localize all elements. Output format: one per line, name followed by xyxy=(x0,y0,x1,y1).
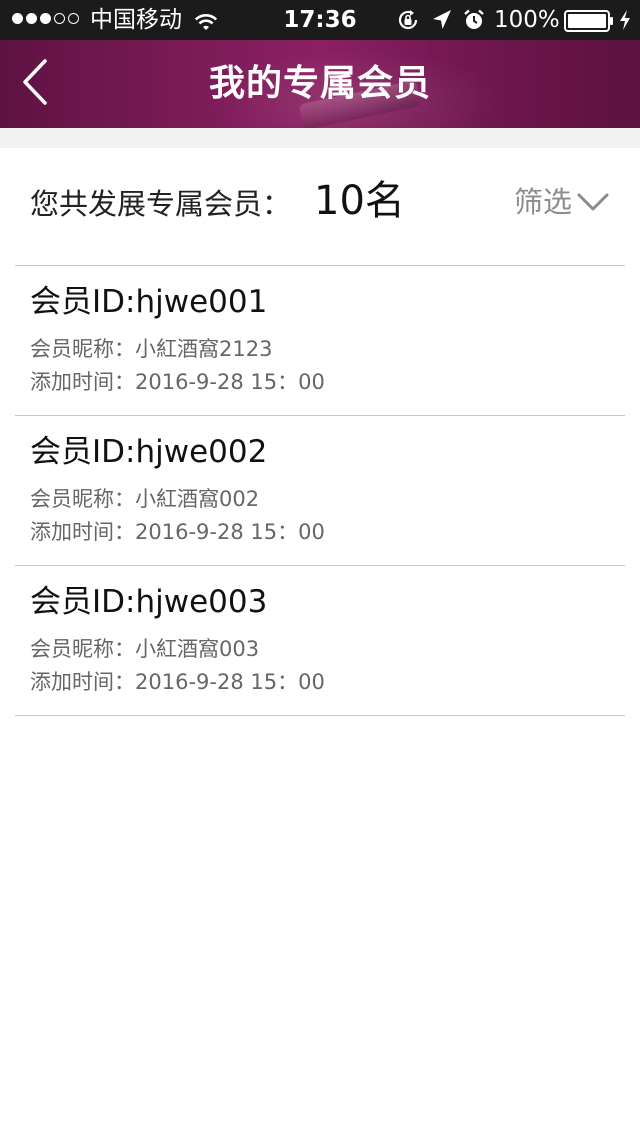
divider xyxy=(15,715,625,716)
navigation-bar: 我的专属会员 xyxy=(0,40,640,128)
location-arrow-icon xyxy=(432,9,452,37)
member-summary: 您共发展专属会员： 10名 筛选 xyxy=(0,148,640,265)
member-list-item[interactable]: 会员ID:hjwe002 会员昵称：小紅酒窩002 添加时间：2016-9-28… xyxy=(0,416,640,566)
member-added-time: 添加时间：2016-9-28 15：00 xyxy=(30,670,325,694)
charging-bolt-icon xyxy=(618,9,632,37)
chevron-down-icon xyxy=(576,192,610,212)
section-spacer xyxy=(0,128,640,148)
battery-percentage: 100% xyxy=(494,7,560,33)
member-list-item[interactable]: 会员ID:hjwe001 会员昵称：小紅酒窩2123 添加时间：2016-9-2… xyxy=(0,266,640,416)
filter-label: 筛选 xyxy=(514,185,573,219)
status-bar: 中国移动 17:36 100% xyxy=(0,0,640,40)
member-nickname: 会员昵称：小紅酒窩003 xyxy=(30,637,260,661)
member-nickname: 会员昵称：小紅酒窩002 xyxy=(30,487,260,511)
chevron-left-icon xyxy=(22,59,48,109)
member-list-item[interactable]: 会员ID:hjwe003 会员昵称：小紅酒窩003 添加时间：2016-9-28… xyxy=(0,566,640,716)
summary-label: 您共发展专属会员： xyxy=(30,187,292,221)
rotation-lock-icon xyxy=(396,8,420,38)
member-added-time: 添加时间：2016-9-28 15：00 xyxy=(30,370,325,394)
member-count: 10名 xyxy=(314,178,405,224)
back-button[interactable] xyxy=(10,52,60,116)
member-id: 会员ID:hjwe003 xyxy=(30,584,268,620)
page-title: 我的专属会员 xyxy=(208,63,431,104)
alarm-clock-icon xyxy=(462,8,486,38)
member-id: 会员ID:hjwe001 xyxy=(30,284,268,320)
member-id: 会员ID:hjwe002 xyxy=(30,434,268,470)
member-nickname: 会员昵称：小紅酒窩2123 xyxy=(30,337,273,361)
battery-icon xyxy=(564,10,614,38)
member-added-time: 添加时间：2016-9-28 15：00 xyxy=(30,520,325,544)
filter-button[interactable]: 筛选 xyxy=(514,180,610,224)
